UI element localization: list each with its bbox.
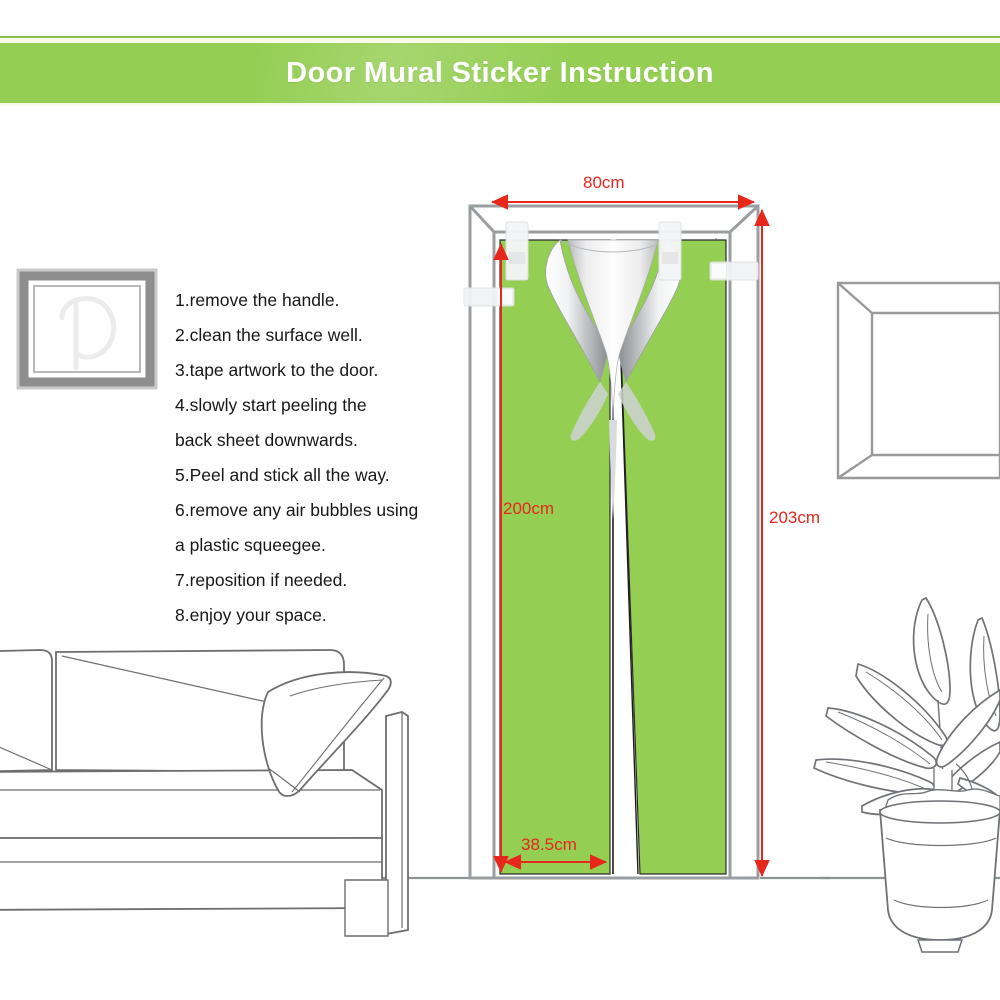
instruction-step: 2.clean the surface well. [175, 325, 363, 345]
sofa-pillow [260, 671, 392, 797]
frame-artwork-glyph [59, 296, 117, 371]
instruction-list: 1.remove the handle. 2.clean the surface… [175, 283, 475, 633]
sticker-panel-left [499, 239, 611, 875]
instruction-step: 7.reposition if needed. [175, 570, 348, 590]
header-banner: Door Mural Sticker Instruction [0, 43, 1000, 103]
instruction-step: 4.slowly start peeling the [175, 395, 367, 415]
scene-illustration [0, 194, 1000, 953]
page-title: Door Mural Sticker Instruction [286, 56, 714, 89]
tape-strip-top-left [505, 221, 529, 281]
dimension-label-width: 80cm [583, 173, 625, 192]
instruction-step: 1.remove the handle. [175, 290, 340, 310]
tape-strips [463, 221, 759, 307]
instruction-step: back sheet downwards. [175, 430, 358, 450]
peeling-backing-sheet [545, 239, 681, 520]
dimension-label-door-height: 203cm [769, 508, 821, 527]
instruction-poster: Door Mural Sticker Instruction 1.remove … [0, 0, 1000, 1000]
banner-bottom-rule [0, 103, 1000, 106]
instruction-step: 6.remove any air bubbles using [175, 500, 419, 520]
sticker-panel-right [616, 239, 727, 875]
instruction-step: a plastic squeegee. [175, 535, 326, 555]
instruction-step: 8.enjoy your space. [175, 605, 327, 625]
instruction-step: 5.Peel and stick all the way. [175, 465, 390, 485]
wall-picture-frame-left [16, 268, 158, 390]
dimension-arrows [491, 194, 770, 877]
wall-picture-frame-right [836, 281, 1000, 480]
tape-strip-right-edge [709, 261, 759, 281]
sofa [0, 649, 409, 937]
tape-strip-top-right [658, 221, 682, 281]
green-mural-sticker [499, 239, 727, 875]
instruction-step: 3.tape artwork to the door. [175, 360, 379, 380]
potted-plant [813, 596, 1000, 953]
dimension-label-sticker-height: 200cm [503, 499, 555, 518]
dimension-label-panel-width: 38.5cm [521, 835, 577, 854]
door-frame [468, 204, 760, 880]
